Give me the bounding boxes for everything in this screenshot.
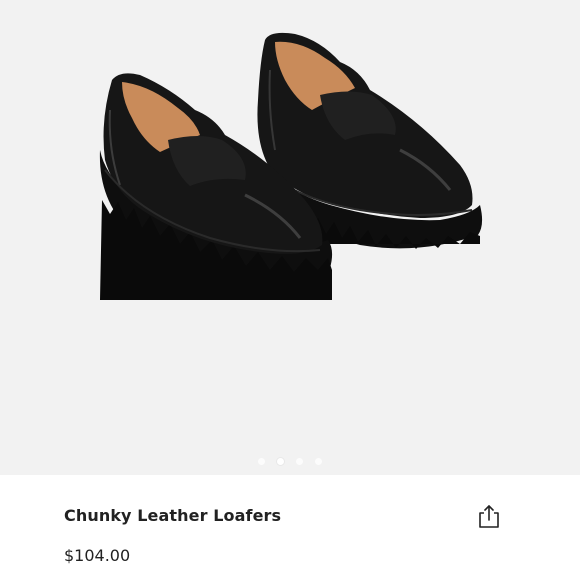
carousel-dot[interactable]: [258, 457, 265, 465]
product-price: $104.00: [64, 546, 131, 565]
product-screen: Chunky Leather Loafers $104.00: [0, 0, 580, 580]
product-image-gallery[interactable]: [0, 0, 580, 475]
carousel-dot[interactable]: [315, 457, 322, 465]
product-title: Chunky Leather Loafers: [64, 506, 282, 525]
carousel-dot-active[interactable]: [277, 457, 284, 465]
share-icon: [479, 505, 499, 528]
product-image[interactable]: [0, 0, 580, 475]
carousel-dot[interactable]: [296, 457, 303, 465]
carousel-indicators: [0, 455, 580, 467]
share-button[interactable]: [475, 502, 503, 530]
